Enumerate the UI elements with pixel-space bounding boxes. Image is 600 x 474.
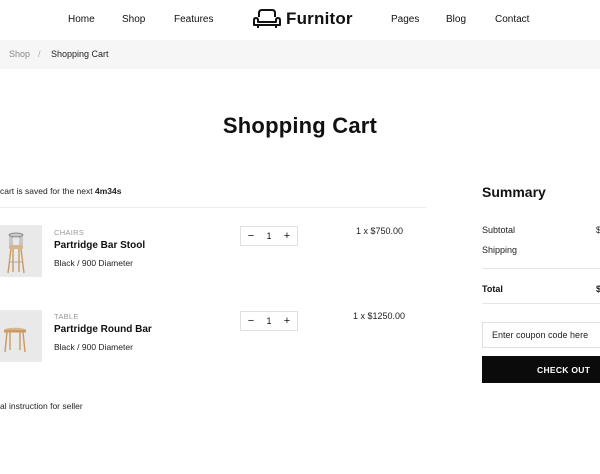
armchair-icon [253,9,281,28]
breadcrumb-current: Shopping Cart [51,49,109,59]
divider [482,268,600,269]
logo-text: Furnitor [286,9,353,28]
quantity-stepper: − 1 + [240,226,298,246]
round-table-icon [4,327,26,353]
nav-pages[interactable]: Pages [391,14,419,25]
item-category: CHAIRS [54,228,85,237]
nav-contact[interactable]: Contact [495,14,529,25]
item-price: 1 x $1250.00 [353,311,406,321]
breadcrumb-separator: / [38,49,41,59]
divider [0,207,426,208]
subtotal-label: Subtotal [482,225,516,235]
nav-shop[interactable]: Shop [122,14,145,25]
summary-title: Summary [482,184,546,200]
item-thumbnail[interactable] [0,310,42,362]
bar-stool-icon [7,232,25,274]
decrease-quantity-button[interactable]: − [245,315,257,327]
cart-saved-text: cart is saved for the next [0,186,95,196]
shipping-label: Shipping [482,245,518,255]
total-value: $ [596,284,600,294]
nav-features[interactable]: Features [174,14,213,25]
cart-saved-notice: cart is saved for the next 4m34s [0,186,121,196]
item-category: TABLE [54,312,79,321]
item-price: 1 x $750.00 [356,226,404,236]
coupon-input[interactable] [482,322,600,348]
item-name[interactable]: Partridge Bar Stool [54,240,145,251]
quantity-value[interactable]: 1 [266,316,271,326]
breadcrumb: Shop / Shopping Cart [0,40,600,69]
item-name[interactable]: Partridge Round Bar [54,324,152,335]
seller-instruction-link[interactable]: al instruction for seller [0,401,83,411]
cart-timer: 4m34s [94,186,122,196]
site-header: Home Shop Features Furnitor Pages Blog C… [0,0,600,40]
item-variant: Black / 900 Diameter [54,342,133,352]
increase-quantity-button[interactable]: + [281,315,293,327]
nav-home[interactable]: Home [68,14,95,25]
checkout-button[interactable]: CHECK OUT [482,356,600,383]
site-logo[interactable]: Furnitor [253,8,353,30]
divider [482,303,600,304]
increase-quantity-button[interactable]: + [281,230,293,242]
page-title: Shopping Cart [222,113,378,138]
total-label: Total [482,284,503,294]
decrease-quantity-button[interactable]: − [245,230,257,242]
breadcrumb-shop-link[interactable]: Shop [9,49,30,59]
quantity-stepper: − 1 + [240,311,298,331]
item-thumbnail[interactable] [0,225,42,277]
nav-blog[interactable]: Blog [446,14,466,25]
item-variant: Black / 900 Diameter [54,258,133,268]
subtotal-value: $ [596,225,600,235]
quantity-value[interactable]: 1 [266,231,271,241]
